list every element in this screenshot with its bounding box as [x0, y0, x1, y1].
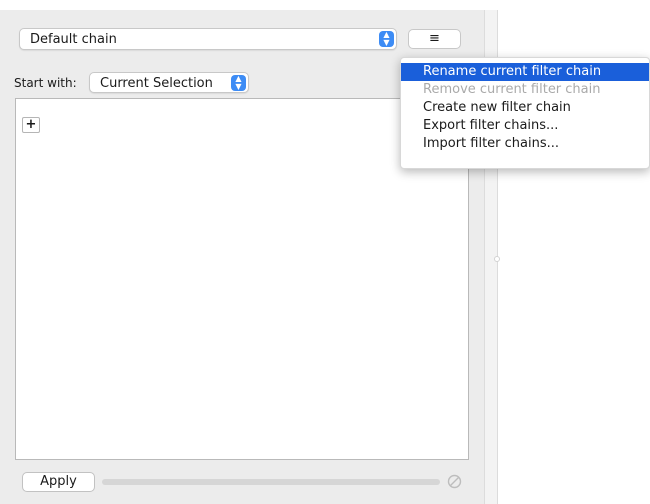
menu-item-create[interactable]: Create new filter chain [401, 99, 649, 117]
filter-chain-value: Default chain [30, 32, 117, 47]
start-with-label: Start with: [14, 76, 77, 90]
menu-item-rename[interactable]: Rename current filter chain [401, 63, 649, 81]
up-down-chevron-icon: ▲ ▼ [379, 31, 394, 47]
filter-chain-popup[interactable]: Default chain ▲ ▼ [19, 28, 397, 50]
divider-grip-icon[interactable] [494, 256, 500, 262]
cancel-circle-icon[interactable] [447, 474, 462, 489]
apply-button[interactable]: Apply [22, 472, 95, 492]
filter-chain-menu: Rename current filter chain Remove curre… [400, 57, 650, 169]
start-with-value: Current Selection [100, 76, 213, 91]
start-with-popup[interactable]: Current Selection ▲ ▼ [89, 72, 249, 93]
menu-item-remove: Remove current filter chain [423, 82, 601, 97]
app-window: Default chain ▲ ▼ ≡ Start with: Current S… [0, 0, 650, 504]
hamburger-icon: ≡ [429, 31, 440, 46]
menu-item-export[interactable]: Export filter chains... [401, 117, 649, 135]
menu-item-import[interactable]: Import filter chains... [401, 135, 649, 153]
progress-bar [102, 479, 440, 485]
chain-menu-button[interactable]: ≡ [408, 29, 461, 49]
up-down-chevron-icon: ▲ ▼ [231, 75, 246, 91]
add-filter-button[interactable]: + [22, 117, 40, 133]
